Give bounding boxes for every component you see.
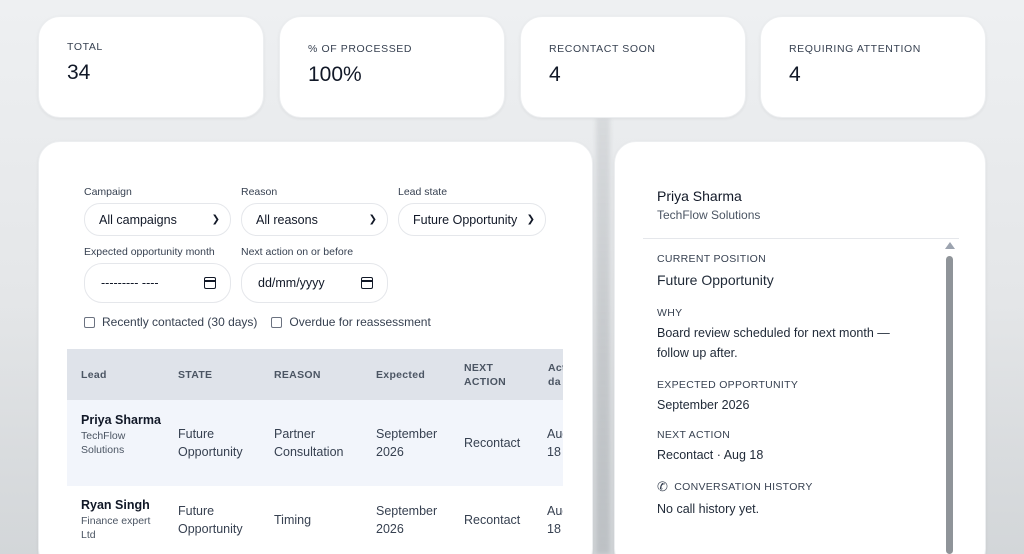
phone-icon: ✆ (657, 479, 669, 494)
column-header-next-action[interactable]: NEXT ACTION (464, 361, 516, 389)
next-action-value: dd/mm/yyyy (258, 276, 325, 290)
lead-cell: Priya Sharma TechFlow Solutions (81, 412, 161, 457)
expected-opportunity-label: EXPECTED OPPORTUNITY (657, 379, 799, 391)
lead-name: Ryan Singh (81, 498, 150, 512)
current-position-label: CURRENT POSITION (657, 253, 767, 265)
why-value: Board review scheduled for next month — … (657, 326, 890, 360)
checkbox-box[interactable] (84, 316, 95, 328)
action-date-cell: Aug 18 (547, 504, 563, 536)
calendar-icon[interactable] (204, 277, 216, 289)
lead-company: TechFlow Solutions (81, 430, 126, 456)
detail-header: Priya Sharma TechFlow Solutions (657, 188, 760, 222)
table-row[interactable]: Priya Sharma TechFlow Solutions Future O… (67, 400, 563, 486)
expected-month-label: Expected opportunity month (84, 246, 215, 258)
next-action-value: Recontact · Aug 18 (657, 448, 764, 462)
lead-name: Priya Sharma (81, 413, 161, 427)
conversation-history-heading: ✆ CONVERSATION HISTORY (657, 479, 927, 495)
reason-select[interactable]: All reasons ❯ (241, 203, 388, 236)
overdue-checkbox[interactable]: Overdue for reassessment (271, 315, 431, 329)
chevron-down-icon: ❯ (526, 214, 535, 225)
expected-opportunity-value: September 2026 (657, 398, 750, 412)
expected-cell: September 2026 (376, 427, 438, 459)
next-action-input[interactable]: dd/mm/yyyy (241, 263, 388, 303)
table-row[interactable]: Ryan Singh Finance expert Ltd Future Opp… (67, 486, 563, 554)
scroll-up-icon[interactable] (945, 242, 955, 249)
stat-value: 4 (789, 63, 801, 86)
leads-table: Lead STATE REASON Expected NEXT ACTION A… (67, 349, 563, 554)
filter-checkboxes: Recently contacted (30 days) Overdue for… (84, 315, 431, 329)
checkbox-box[interactable] (271, 316, 283, 328)
detail-lead-name: Priya Sharma (657, 188, 742, 204)
expected-month-value: --------- ---- (101, 276, 159, 290)
next-action-label: Next action on or before (241, 246, 354, 258)
reason-label: Reason (241, 186, 278, 198)
reason-cell: Timing (274, 513, 312, 527)
stat-label: TOTAL (67, 41, 103, 53)
recent-checkbox[interactable]: Recently contacted (30 days) (84, 315, 257, 329)
reason-value: All reasons (256, 212, 318, 227)
stat-card-recontact-soon: RECONTACT SOON 4 (520, 16, 746, 118)
expected-month-filter: Expected opportunity month --------- ---… (84, 246, 231, 303)
stat-card-requiring-attention: REQUIRING ATTENTION 4 (760, 16, 986, 118)
column-header-action-date[interactable]: Act da (548, 361, 563, 389)
divider (643, 238, 959, 239)
column-header-state[interactable]: STATE (178, 368, 212, 382)
conversation-history-value: No call history yet. (657, 502, 760, 516)
lead-state-select[interactable]: Future Opportunity ❯ (398, 203, 546, 236)
recent-checkbox-label: Recently contacted (30 days) (102, 315, 258, 329)
stat-value: 34 (67, 61, 91, 84)
campaign-select[interactable]: All campaigns ❯ (84, 203, 231, 236)
column-header-lead[interactable]: Lead (81, 368, 107, 382)
lead-company: Finance expert Ltd (81, 515, 151, 541)
detail-lead-company: TechFlow Solutions (657, 208, 761, 222)
lead-state-label: Lead state (398, 186, 448, 198)
detail-scrollbar[interactable] (944, 242, 955, 554)
column-header-expected[interactable]: Expected (376, 368, 425, 382)
column-header-reason[interactable]: REASON (274, 368, 321, 382)
scrollbar-thumb[interactable] (946, 256, 953, 554)
next-action-cell: Recontact (464, 436, 521, 450)
stat-label: % OF PROCESSED (308, 43, 413, 55)
stat-value: 4 (549, 63, 561, 86)
calendar-icon[interactable] (361, 277, 373, 289)
stat-label: RECONTACT SOON (549, 43, 656, 55)
stat-card-processed: % OF PROCESSED 100% (279, 16, 505, 118)
state-cell: Future Opportunity (178, 427, 243, 459)
next-action-cell: Recontact (464, 513, 521, 527)
lead-state-value: Future Opportunity (413, 212, 518, 227)
state-cell: Future Opportunity (178, 504, 243, 536)
lead-cell: Ryan Singh Finance expert Ltd (81, 497, 165, 542)
next-action-label: NEXT ACTION (657, 429, 731, 441)
campaign-label: Campaign (84, 186, 132, 198)
campaign-value: All campaigns (99, 212, 177, 227)
campaign-filter: Campaign All campaigns ❯ (84, 186, 231, 236)
stat-value: 100% (308, 63, 362, 86)
chevron-down-icon: ❯ (211, 214, 220, 225)
stat-label: REQUIRING ATTENTION (789, 43, 921, 55)
overdue-checkbox-label: Overdue for reassessment (289, 315, 431, 329)
detail-body: CURRENT POSITION Future Opportunity WHY … (657, 253, 927, 519)
why-label: WHY (657, 307, 683, 319)
expected-month-input[interactable]: --------- ---- (84, 263, 231, 303)
reason-filter: Reason All reasons ❯ (241, 186, 388, 236)
reason-cell: Partner Consultation (274, 427, 344, 459)
lead-state-filter: Lead state Future Opportunity ❯ (398, 186, 546, 236)
action-date-cell: Aug 18 (547, 427, 563, 459)
expected-cell: September 2026 (376, 504, 438, 536)
conversation-history-label: CONVERSATION HISTORY (674, 481, 813, 493)
chevron-down-icon: ❯ (368, 214, 377, 225)
next-action-filter: Next action on or before dd/mm/yyyy (241, 246, 388, 303)
table-header: Lead STATE REASON Expected NEXT ACTION A… (67, 349, 563, 400)
current-position-value: Future Opportunity (657, 272, 774, 288)
stat-card-total: TOTAL 34 (38, 16, 264, 118)
